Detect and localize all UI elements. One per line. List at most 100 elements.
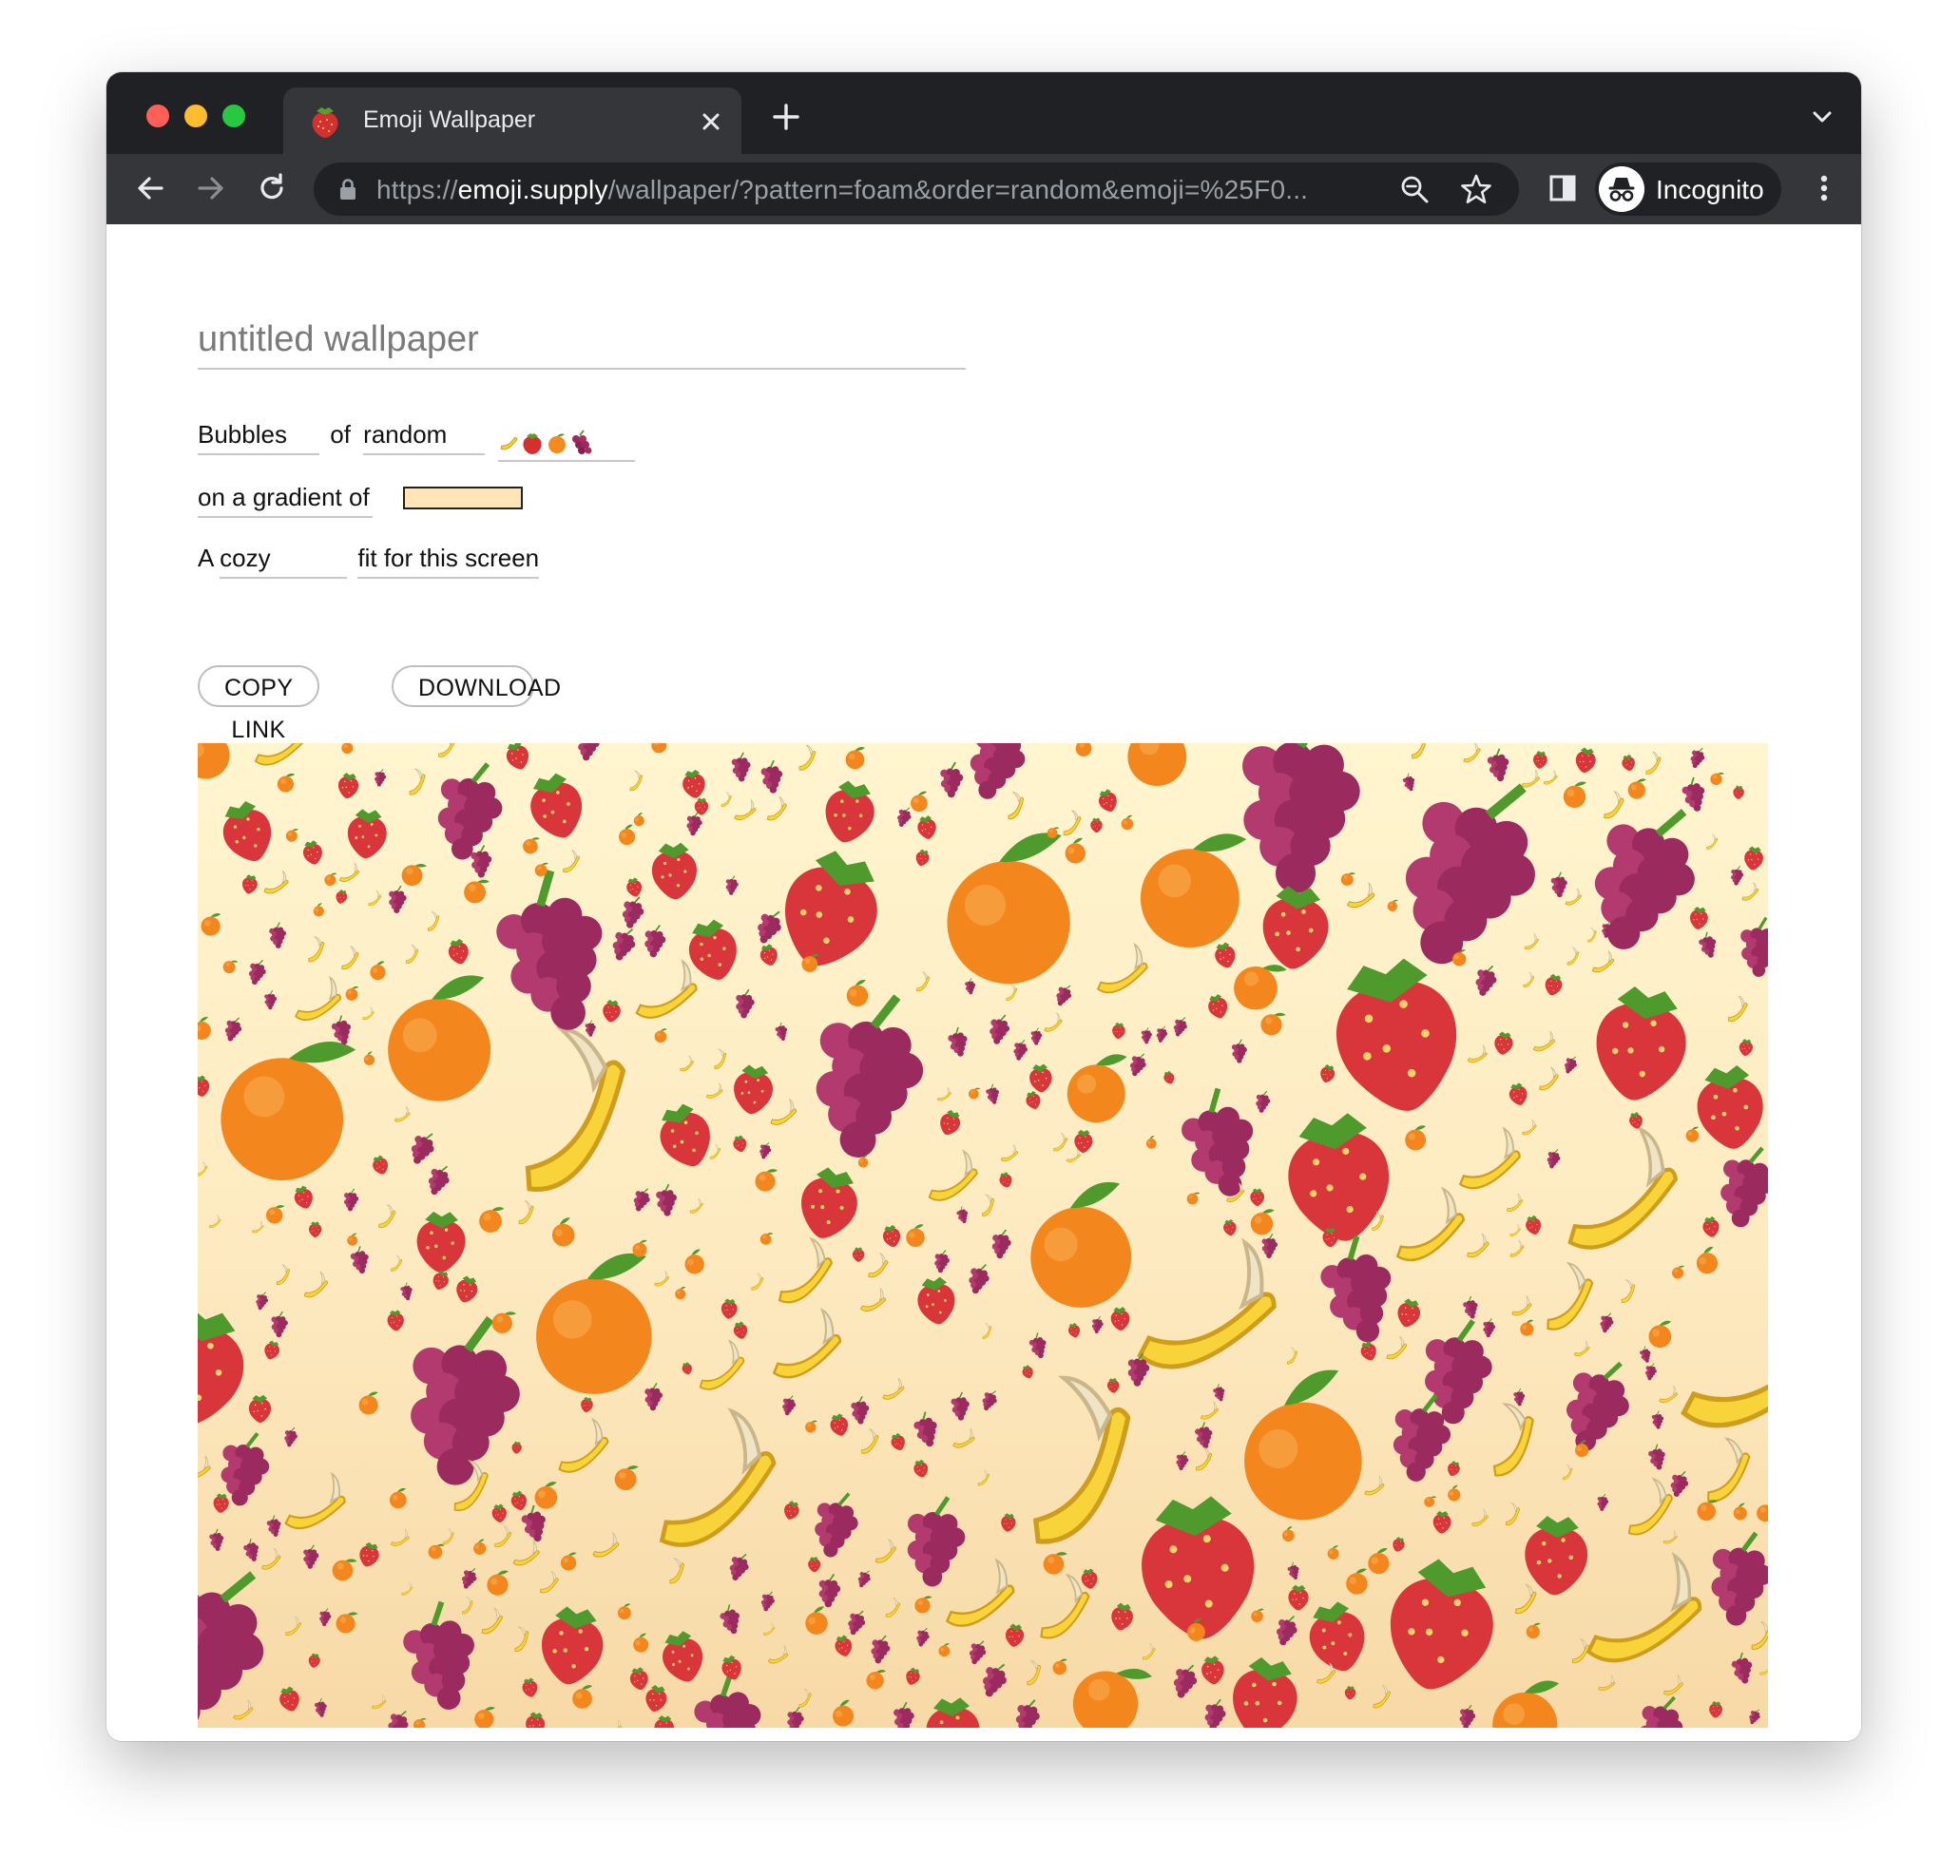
grapes-icon [521, 1504, 546, 1542]
grapes-icon [940, 761, 964, 798]
banana-icon [709, 1143, 721, 1159]
orange-icon [1121, 814, 1134, 831]
banana-icon [514, 1626, 529, 1653]
copy-link-button[interactable]: COPY LINK [198, 665, 319, 743]
banana-icon [654, 1270, 670, 1287]
incognito-profile-button[interactable]: Incognito [1595, 163, 1781, 216]
address-bar[interactable]: https://emoji.supply/wallpaper/?pattern=… [314, 163, 1519, 216]
strawberry-icon [456, 1275, 478, 1303]
zoom-out-icon[interactable] [1399, 174, 1430, 204]
minimize-window-button[interactable] [184, 105, 207, 127]
url-host: emoji.supply [457, 175, 608, 204]
bookmark-star-icon[interactable] [1460, 173, 1492, 205]
strawberry-icon [688, 919, 737, 980]
forward-arrow-icon[interactable] [194, 171, 228, 205]
strawberry-icon [1622, 754, 1635, 772]
banana-icon [772, 1308, 842, 1379]
strawberry-icon [1397, 1298, 1421, 1328]
reload-icon[interactable] [255, 171, 289, 205]
grapes-icon [1699, 931, 1717, 958]
back-arrow-icon[interactable] [133, 171, 167, 205]
orange-icon [336, 1612, 358, 1634]
banana-icon [689, 1197, 703, 1214]
orange-icon [201, 913, 221, 936]
grapes-icon [271, 1311, 288, 1338]
banana-icon [1466, 1233, 1489, 1258]
banana-icon [1511, 1295, 1532, 1316]
new-tab-icon[interactable] [770, 101, 802, 133]
orange-icon [1260, 1012, 1286, 1036]
grapes-icon [897, 807, 912, 827]
banana-icon [1522, 1119, 1537, 1136]
grapes-icon [1028, 1332, 1047, 1359]
more-menu-icon[interactable] [1810, 169, 1838, 207]
grapes-icon [729, 1553, 749, 1580]
banana-icon [198, 1455, 211, 1480]
strawberry-icon [309, 1221, 322, 1237]
orange-icon [464, 879, 490, 904]
orange-icon [651, 743, 667, 754]
emoji-picker[interactable] [498, 424, 635, 462]
pattern-select[interactable]: Bubbles [198, 420, 319, 455]
banana-icon [401, 1581, 413, 1596]
banana-icon [699, 1339, 745, 1390]
order-select[interactable]: random [363, 420, 486, 455]
strawberry-icon [891, 1432, 905, 1450]
fit-suffix-select[interactable]: fit for this screen [357, 544, 540, 579]
grapes-icon [266, 1515, 281, 1537]
orange-icon [805, 1420, 817, 1433]
strawberry-icon [1112, 1022, 1125, 1040]
strawberry-icon [784, 1501, 799, 1520]
grapes-icon [1182, 1087, 1254, 1196]
banana-icon [1662, 1530, 1678, 1544]
orange-icon [551, 1217, 575, 1247]
download-button[interactable]: DOWNLOAD [392, 665, 561, 707]
tab-strip: Emoji Wallpaper [106, 72, 1861, 154]
strawberry-icon [336, 889, 348, 904]
orange-icon [479, 1207, 505, 1233]
strawberry-icon [347, 809, 387, 859]
close-tab-icon[interactable] [698, 108, 724, 135]
strawberry-icon [1201, 1656, 1224, 1685]
fit-size-select[interactable]: cozy [220, 544, 348, 579]
orange-icon [473, 1539, 487, 1556]
grapes-icon [1129, 1053, 1146, 1077]
strawberry-icon [694, 797, 709, 815]
grapes-icon [1648, 1444, 1665, 1470]
orange-icon [1685, 1126, 1700, 1142]
banana-icon [1063, 810, 1082, 836]
orange-icon [413, 1717, 427, 1728]
banana-icon [721, 792, 732, 808]
grapes-icon [1681, 776, 1705, 812]
orange-icon [313, 903, 324, 917]
orange-icon [1696, 1246, 1719, 1274]
tab-emoji-wallpaper[interactable]: Emoji Wallpaper [283, 87, 741, 154]
strawberry-icon [1690, 906, 1708, 929]
banana-icon [462, 1597, 473, 1615]
maximize-window-button[interactable] [222, 105, 245, 127]
grapes-icon [1256, 1090, 1271, 1113]
banana-icon [481, 1607, 504, 1635]
banana-icon [1565, 888, 1583, 906]
lock-icon[interactable] [338, 178, 357, 201]
strawberry-icon [1629, 1112, 1643, 1129]
orange-icon [906, 1224, 925, 1248]
close-window-button[interactable] [146, 105, 169, 127]
grapes-icon [375, 769, 387, 787]
banana-icon [285, 1616, 302, 1636]
strawberry-icon [522, 1677, 538, 1697]
banana-icon [798, 1688, 812, 1708]
chevron-down-icon[interactable] [1810, 106, 1835, 127]
grapes-icon [1459, 1704, 1476, 1728]
orange-icon [401, 864, 427, 887]
orange-icon [914, 1596, 932, 1614]
strawberry-icon [629, 1667, 648, 1691]
banana-icon [1373, 1684, 1392, 1709]
strawberry-icon [1110, 1307, 1130, 1331]
strawberry-icon [1575, 747, 1596, 774]
gradient-color-swatch[interactable] [403, 487, 523, 509]
wallpaper-title-input[interactable]: untitled wallpaper [198, 319, 966, 370]
strawberry-icon [785, 851, 877, 967]
side-panel-icon[interactable] [1542, 169, 1584, 207]
grapes-icon [411, 1133, 434, 1164]
